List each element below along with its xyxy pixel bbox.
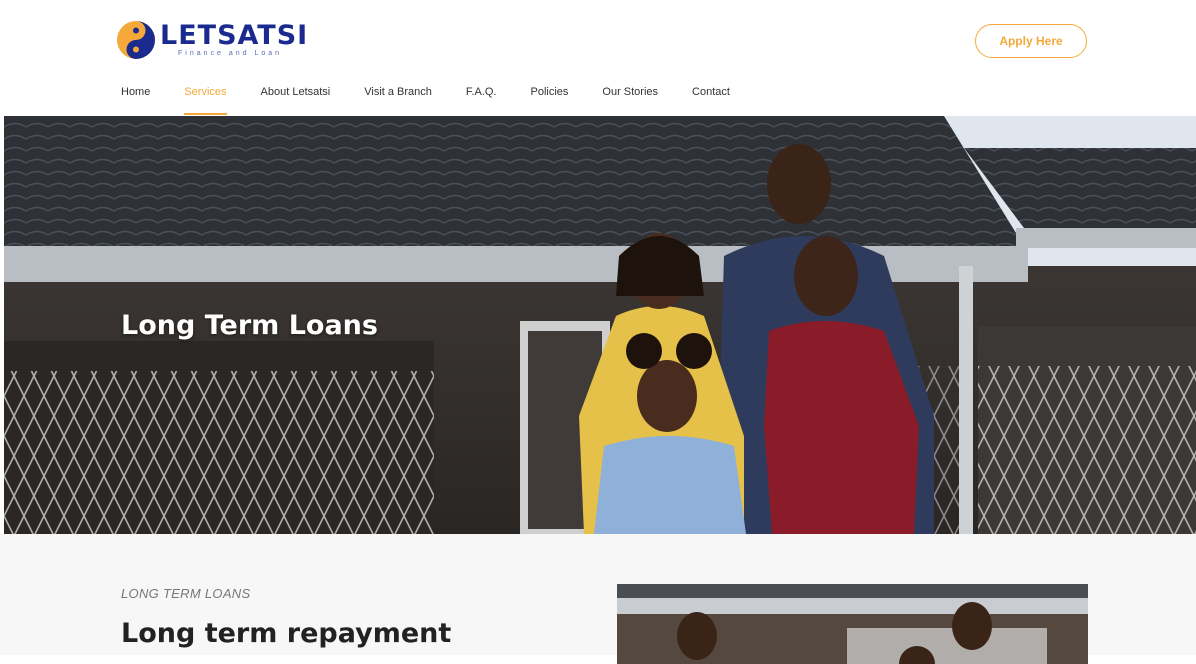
brand-name: LETSATSI	[160, 19, 309, 51]
section-photo	[617, 584, 1088, 664]
nav-item-faq[interactable]: F.A.Q.	[466, 86, 497, 116]
main-nav: Home Services About Letsatsi Visit a Bra…	[121, 86, 764, 116]
hero-banner: Long Term Loans	[4, 116, 1196, 534]
nav-item-our-stories[interactable]: Our Stories	[602, 86, 658, 116]
section-eyebrow: LONG TERM LOANS	[121, 586, 251, 601]
sun-logo-icon	[117, 21, 155, 59]
nav-item-services[interactable]: Services	[184, 86, 227, 116]
nav-item-about[interactable]: About Letsatsi	[261, 86, 331, 116]
nav-item-visit-branch[interactable]: Visit a Branch	[364, 86, 432, 116]
section-title: Long term repayment	[121, 618, 452, 649]
site-header: LETSATSI Finance and Loan Apply Here Hom…	[0, 0, 1196, 116]
hero-title: Long Term Loans	[121, 310, 378, 341]
nav-item-contact[interactable]: Contact	[692, 86, 730, 116]
brand-logo[interactable]: LETSATSI Finance and Loan	[116, 20, 308, 60]
intro-section: LONG TERM LOANS Long term repayment	[0, 534, 1196, 664]
nav-item-policies[interactable]: Policies	[530, 86, 568, 116]
apply-here-button[interactable]: Apply Here	[975, 24, 1087, 58]
nav-item-home[interactable]: Home	[121, 86, 150, 116]
